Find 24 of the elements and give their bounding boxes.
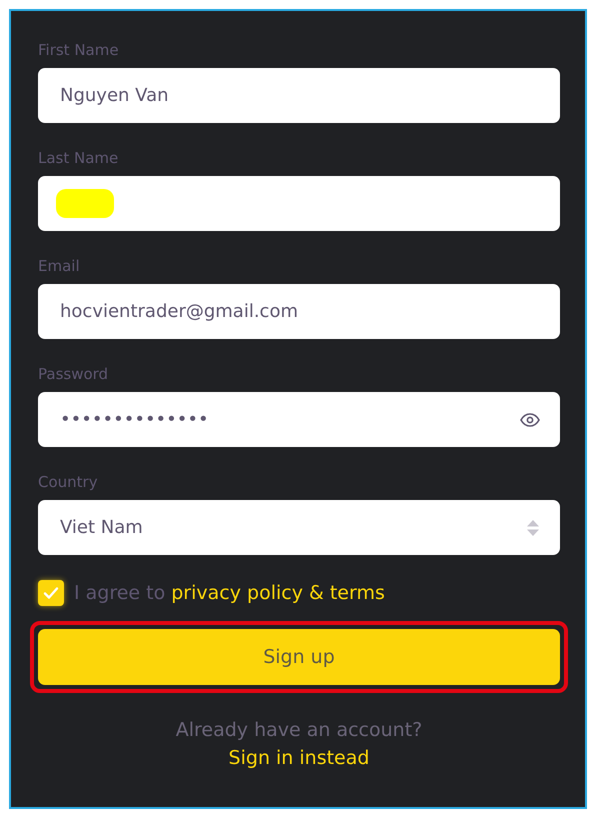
select-field[interactable]: Viet Nam: [38, 500, 560, 555]
field-label: Last Name: [38, 148, 118, 168]
agree-checkbox[interactable]: [38, 580, 64, 606]
sign-in-link[interactable]: Sign in instead: [228, 747, 370, 769]
input-value: Viet Nam: [60, 517, 526, 538]
check-icon: [43, 586, 59, 600]
account-question: Already have an account?: [176, 719, 422, 741]
input-field[interactable]: [38, 176, 560, 231]
input-field[interactable]: hocvientrader@gmail.com: [38, 284, 560, 339]
field-label: First Name: [38, 40, 119, 60]
sort-icon: [526, 518, 540, 536]
field-label: Email: [38, 256, 80, 276]
input-field[interactable]: ••••••••••••••: [38, 392, 560, 447]
input-value: hocvientrader@gmail.com: [60, 301, 540, 322]
sign-up-button[interactable]: Sign up: [38, 629, 560, 685]
field-label: Country: [38, 472, 98, 492]
input-field[interactable]: Nguyen Van: [38, 68, 560, 123]
agree-text: I agree to: [74, 582, 166, 604]
terms-link[interactable]: privacy policy & terms: [171, 582, 385, 604]
eye-icon[interactable]: [520, 412, 540, 426]
input-value: ••••••••••••••: [60, 409, 520, 430]
field-label: Password: [38, 364, 108, 384]
redaction-mark: [56, 189, 114, 218]
input-value: Nguyen Van: [60, 85, 540, 106]
